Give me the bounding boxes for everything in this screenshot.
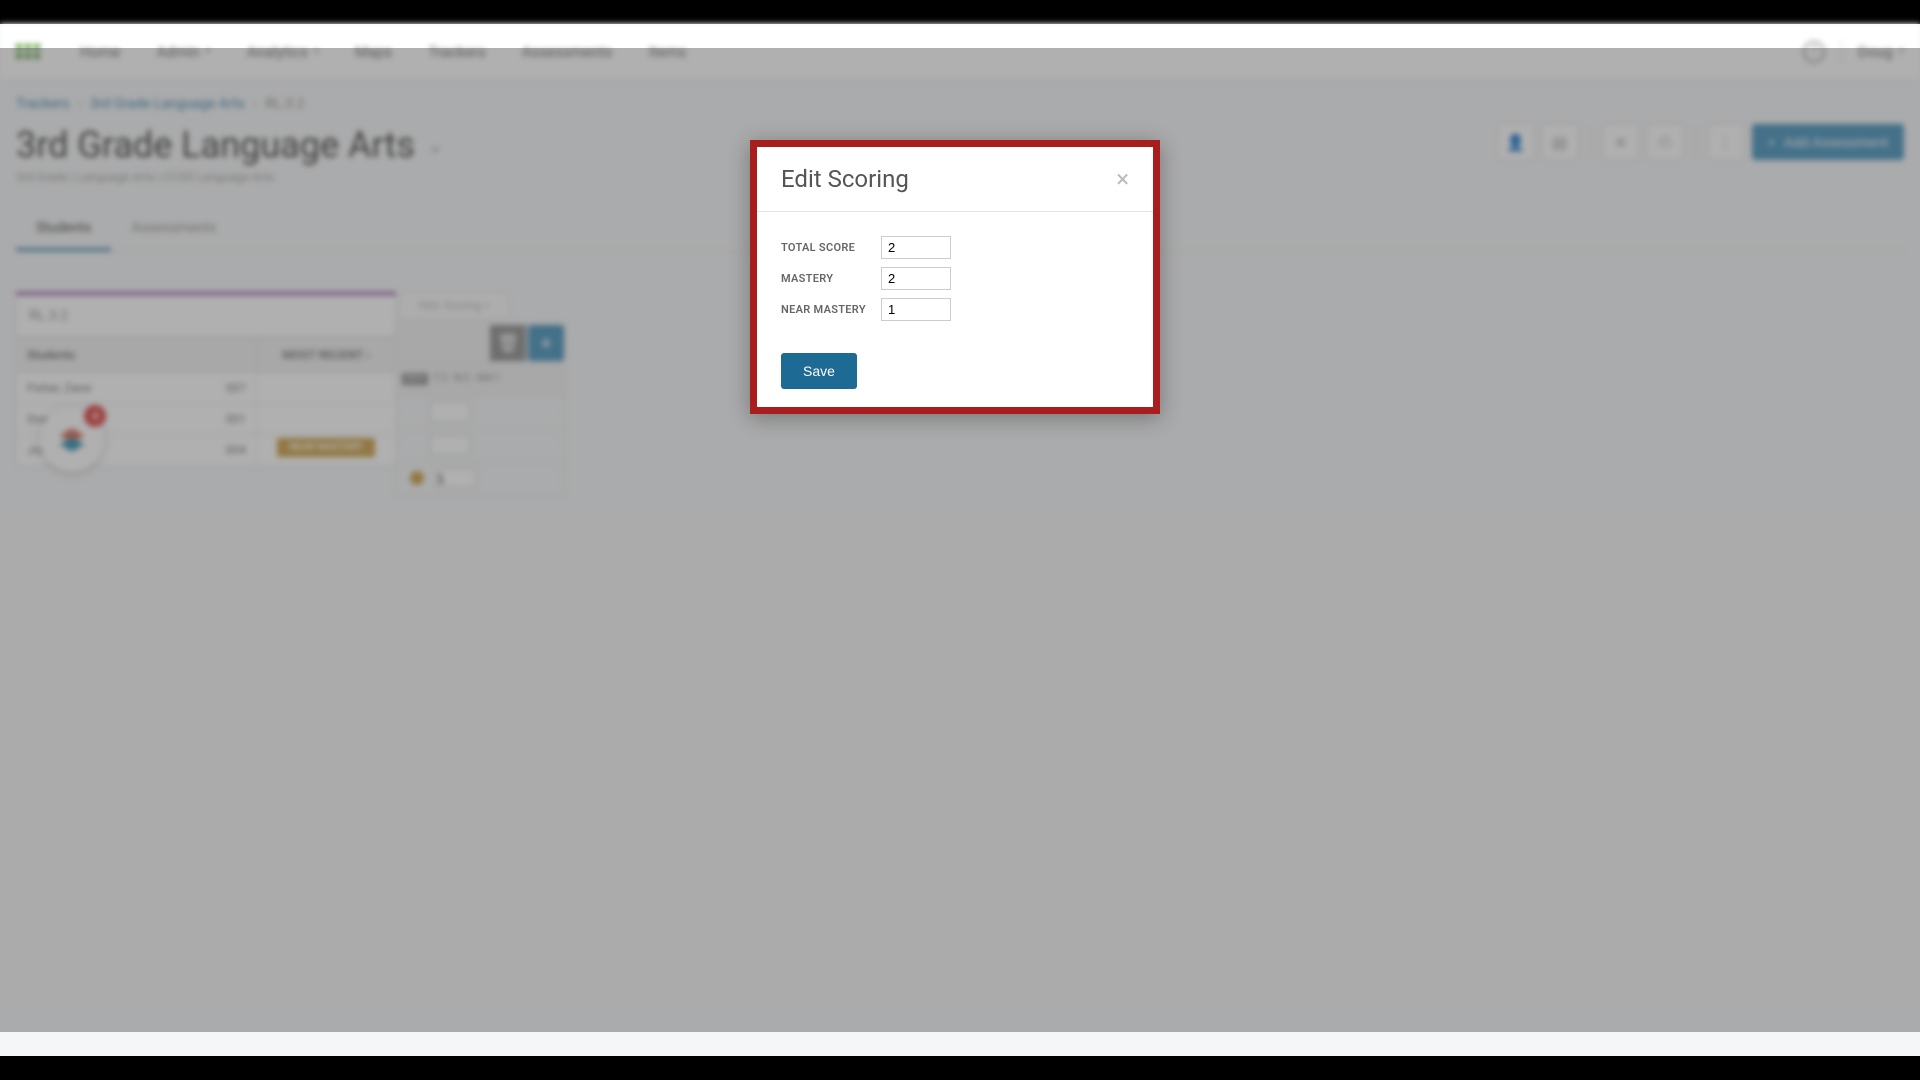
- save-button[interactable]: Save: [781, 353, 857, 389]
- total-score-label: TOTAL SCORE: [781, 241, 881, 254]
- modal-title: Edit Scoring: [781, 165, 909, 193]
- close-icon[interactable]: ×: [1116, 165, 1129, 193]
- near-mastery-label: NEAR MASTERY: [781, 303, 881, 316]
- near-mastery-input[interactable]: [881, 298, 951, 321]
- mastery-input[interactable]: [881, 267, 951, 290]
- total-score-input[interactable]: [881, 236, 951, 259]
- edit-scoring-modal: Edit Scoring × TOTAL SCORE MASTERY NEAR …: [750, 140, 1160, 414]
- mastery-label: MASTERY: [781, 272, 881, 285]
